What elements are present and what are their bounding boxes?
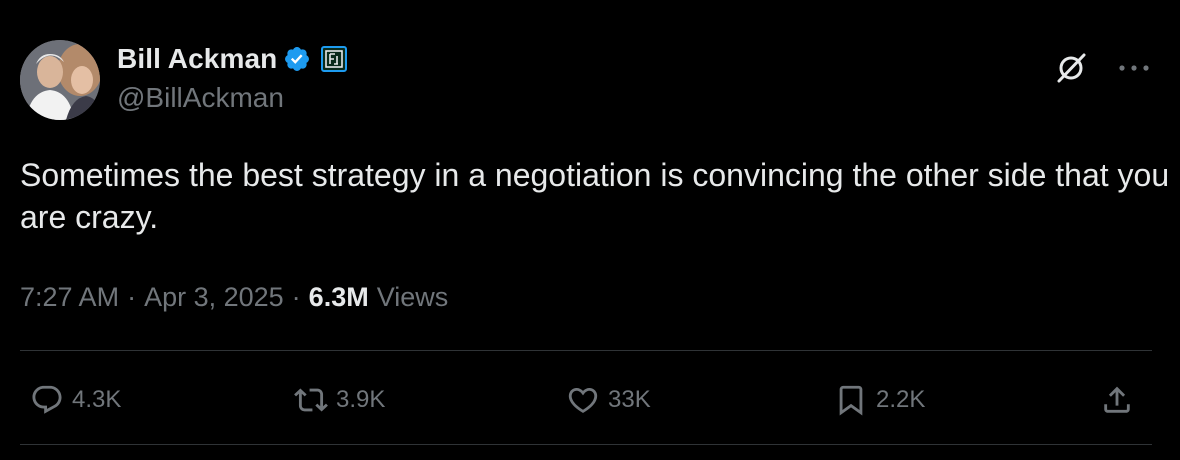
tweet-date[interactable]: Apr 3, 2025	[144, 282, 284, 313]
meta-separator: ·	[127, 282, 137, 312]
avatar-photo	[20, 40, 100, 120]
share-icon	[1104, 386, 1130, 413]
divider	[20, 350, 1152, 351]
author-display-name[interactable]: Bill Ackman	[117, 43, 277, 75]
share-button[interactable]	[1100, 380, 1134, 420]
views-count[interactable]: 6.3M	[309, 282, 369, 313]
verified-badge-icon[interactable]	[283, 45, 311, 73]
tweet-text: Sometimes the best strategy in a negotia…	[20, 157, 1170, 235]
bookmark-count: 2.2K	[876, 386, 926, 413]
tweet-card: Bill Ackman @BillAckman Sometimes the be…	[0, 0, 1180, 460]
avatar[interactable]	[20, 40, 100, 120]
views-label[interactable]: Views	[377, 282, 449, 313]
repost-icon	[294, 388, 328, 412]
author-handle[interactable]: @BillAckman	[117, 82, 284, 114]
reply-count: 4.3K	[72, 386, 122, 413]
affiliate-logo-icon[interactable]	[321, 46, 348, 72]
grok-icon[interactable]	[1053, 50, 1089, 86]
repost-button[interactable]: 3.9K	[294, 380, 385, 420]
meta-separator: ·	[291, 282, 301, 312]
reply-button[interactable]: 4.3K	[30, 380, 121, 420]
author-name-row: Bill Ackman	[117, 41, 348, 77]
heart-icon	[568, 387, 598, 413]
like-button[interactable]: 33K	[566, 380, 651, 420]
like-count: 33K	[608, 386, 651, 413]
bookmark-button[interactable]: 2.2K	[834, 380, 925, 420]
bookmark-icon	[839, 385, 863, 416]
reply-icon	[32, 385, 62, 414]
tweet-meta: 7:27 AM · Apr 3, 2025 · 6.3M Views	[20, 282, 448, 313]
repost-count: 3.9K	[336, 386, 386, 413]
divider	[20, 444, 1152, 445]
tweet-time[interactable]: 7:27 AM	[20, 282, 119, 313]
more-options-icon[interactable]	[1116, 58, 1152, 78]
affiliate-glyph-icon	[325, 50, 344, 68]
